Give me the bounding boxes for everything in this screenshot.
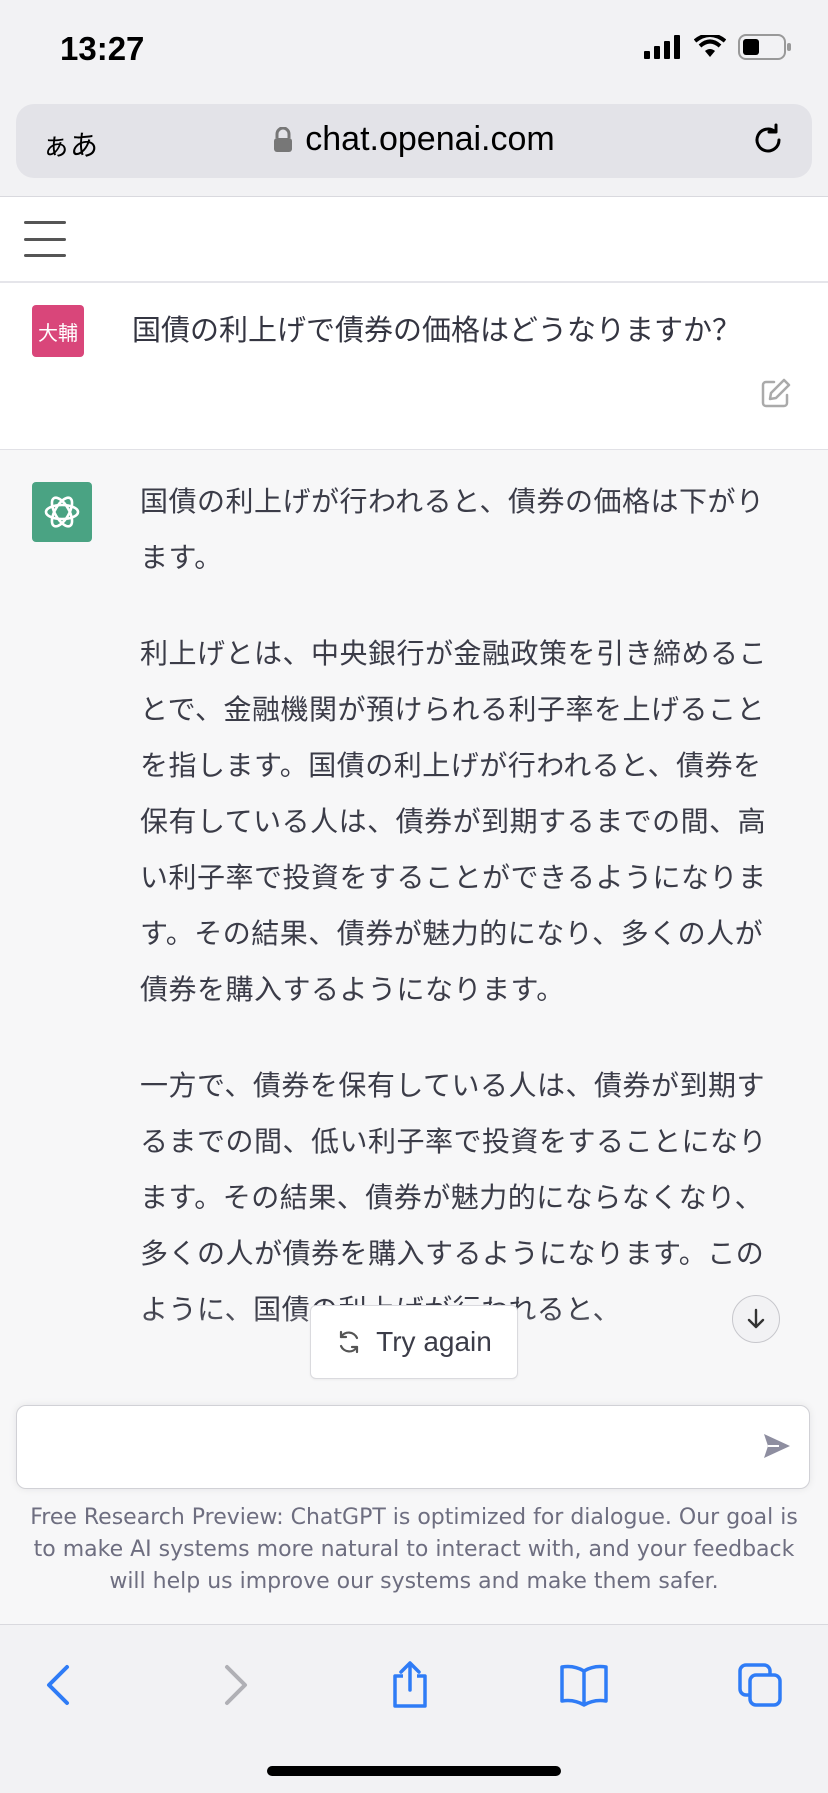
lock-icon (274, 126, 293, 152)
assistant-message: 国債の利上げが行われると、債券の価格は下がります。 利上げとは、中央銀行が金融政… (0, 450, 828, 1400)
wifi-icon (694, 35, 726, 57)
user-message-text: 国債の利上げで債券の価格はどうなりますか？ (132, 313, 742, 347)
status-time: 13:27 (60, 30, 145, 67)
back-icon[interactable] (28, 1655, 88, 1715)
chat-header (0, 197, 828, 283)
openai-logo-icon (32, 482, 92, 542)
status-icons (644, 34, 792, 60)
arrow-down-icon (747, 1308, 765, 1329)
signal-icon (644, 35, 680, 59)
reload-icon[interactable] (750, 122, 786, 158)
battery-icon (738, 34, 791, 60)
tabs-icon[interactable] (730, 1655, 790, 1715)
try-again-button[interactable]: Try again (310, 1305, 518, 1379)
url-text: chat.openai.com (305, 120, 555, 158)
refresh-icon (340, 1330, 359, 1354)
share-icon[interactable] (380, 1655, 440, 1715)
assistant-answer: 国債の利上げが行われると、債券の価格は下がります。 利上げとは、中央銀行が金融政… (140, 474, 780, 1404)
browser-address-area: ぁあ chat.openai.com (0, 96, 828, 197)
address-bar[interactable]: ぁあ chat.openai.com (16, 104, 812, 178)
status-bar: 13:27 (0, 0, 828, 100)
message-input[interactable] (16, 1405, 810, 1489)
send-icon[interactable] (761, 1430, 793, 1462)
forward-icon[interactable] (206, 1655, 266, 1715)
user-avatar: 大輔 (32, 305, 84, 357)
bookmarks-icon[interactable] (554, 1655, 614, 1715)
home-indicator (267, 1766, 561, 1776)
scroll-to-bottom-button[interactable] (732, 1295, 780, 1343)
menu-icon[interactable] (20, 217, 70, 261)
answer-paragraph: 利上げとは、中央銀行が金融政策を引き締めることで、金融機関が預けられる利子率を上… (140, 637, 768, 1006)
disclaimer-text: Free Research Preview: ChatGPT is optimi… (30, 1505, 798, 1594)
user-message: 大輔 国債の利上げで債券の価格はどうなりますか？ (0, 283, 828, 450)
answer-paragraph: 国債の利上げが行われると、債券の価格は下がります。 (140, 485, 765, 574)
edit-icon[interactable] (760, 377, 792, 409)
answer-paragraph: 一方で、債券を保有している人は、債券が到期するまでの間、低い利子率で投資をするこ… (140, 1069, 768, 1326)
url-display[interactable]: chat.openai.com (16, 120, 812, 159)
try-again-label: Try again (376, 1326, 492, 1357)
